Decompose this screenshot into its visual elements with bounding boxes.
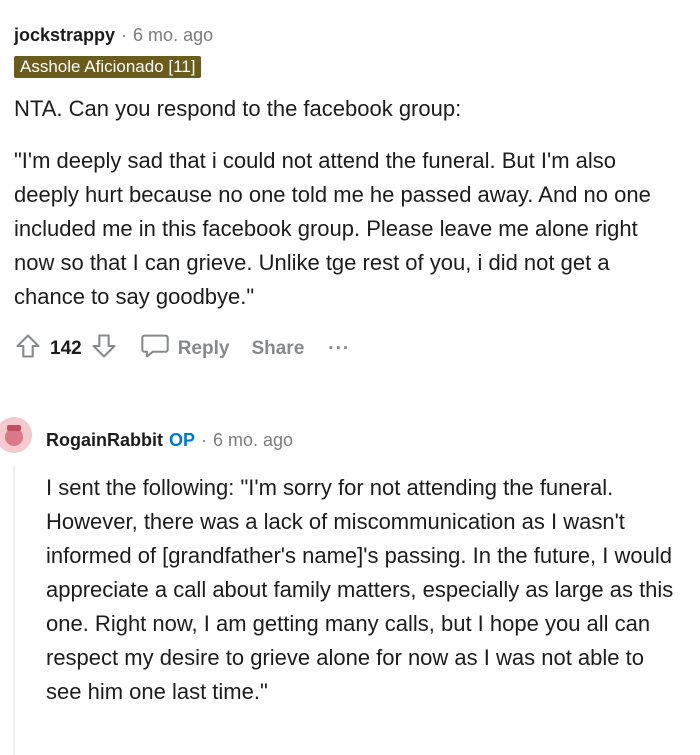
comment-author[interactable]: jockstrappy — [14, 22, 115, 48]
avatar[interactable] — [0, 417, 32, 453]
meta-separator: · — [121, 25, 128, 45]
reply-thread: RogainRabbit OP · 6 mo. ago I sent the f… — [0, 405, 700, 755]
reply-meta: RogainRabbit OP · 6 mo. ago — [46, 427, 293, 453]
comment-bubble-icon — [140, 332, 170, 366]
reply-time[interactable]: 6 mo. ago — [213, 427, 293, 453]
user-flair: Asshole Aficionado [11] — [14, 56, 202, 78]
comment-time[interactable]: 6 mo. ago — [133, 22, 213, 48]
meta-separator: · — [201, 430, 208, 450]
reply-label: Reply — [177, 338, 230, 359]
reply-text: I sent the following: "I'm sorry for not… — [46, 475, 674, 704]
reply-author[interactable]: RogainRabbit — [46, 427, 163, 453]
comment-actions: 142 Reply Share ··· — [14, 332, 674, 366]
comment-meta: jockstrappy · 6 mo. ago — [14, 22, 674, 48]
comment-paragraph-2: "I'm deeply sad that i could not attend … — [14, 148, 651, 309]
comment-jockstrappy: jockstrappy · 6 mo. ago Asshole Aficiona… — [14, 22, 674, 366]
vote-group: 142 — [14, 332, 118, 366]
downvote-icon[interactable] — [90, 332, 118, 366]
op-badge: OP — [169, 430, 196, 450]
vote-count: 142 — [50, 338, 82, 359]
upvote-icon[interactable] — [14, 332, 42, 366]
more-options-icon[interactable]: ··· — [328, 338, 350, 360]
thread-line[interactable] — [13, 465, 15, 755]
reply-button[interactable]: Reply — [140, 332, 230, 366]
reply-body: I sent the following: "I'm sorry for not… — [46, 471, 676, 709]
share-button[interactable]: Share — [251, 338, 304, 360]
comment-paragraph-1: NTA. Can you respond to the facebook gro… — [14, 96, 462, 121]
comment-body: NTA. Can you respond to the facebook gro… — [14, 92, 674, 314]
